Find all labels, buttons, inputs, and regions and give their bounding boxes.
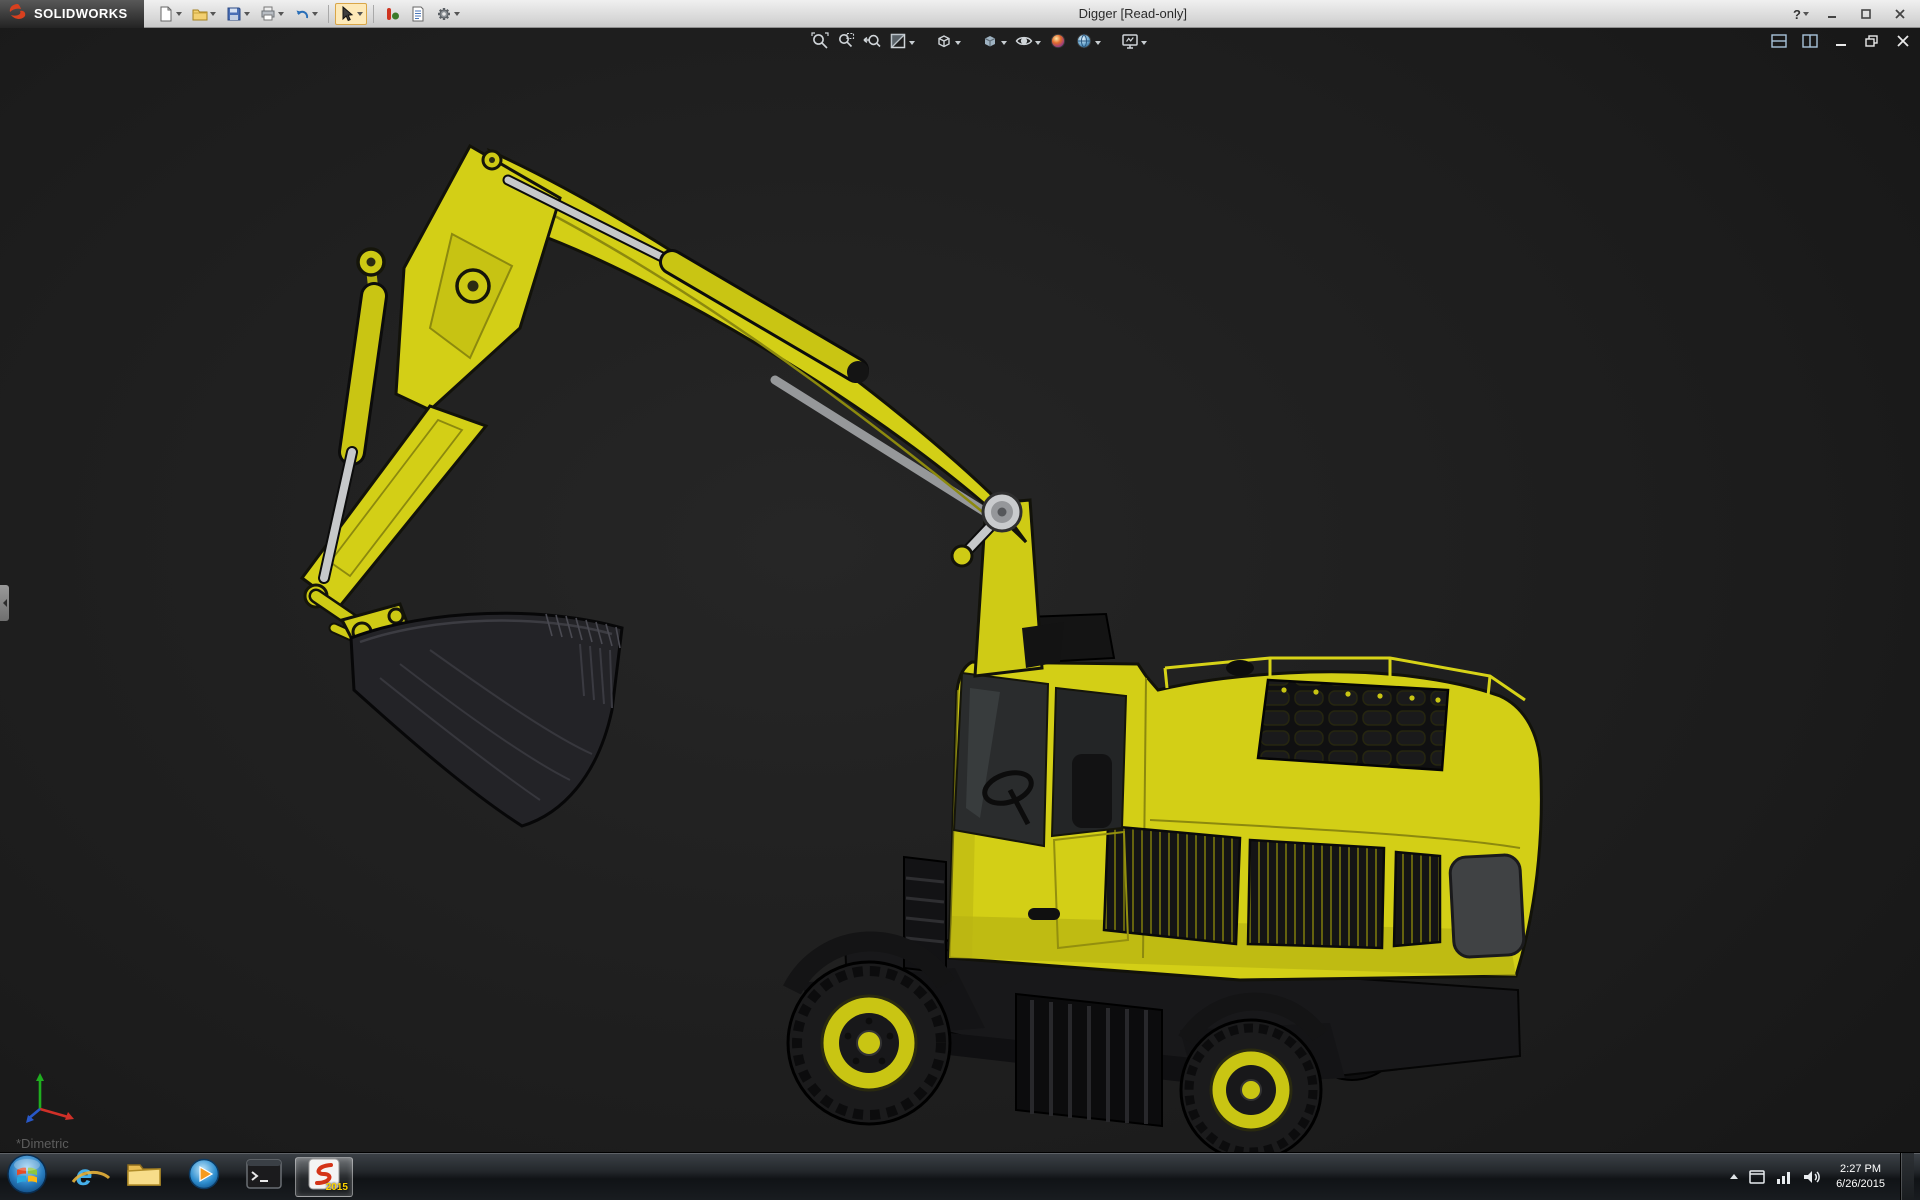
save-icon [226,6,242,22]
help-button[interactable]: ? [1788,3,1814,25]
titlebar-right: ? [1788,0,1916,28]
undo-button[interactable] [290,3,322,25]
boom-base-mount [1022,622,1064,668]
rebuild-icon [384,6,400,22]
brand-text: SOLIDWORKS [34,6,128,21]
engine-grille [1394,852,1440,946]
clock-time: 2:27 PM [1836,1162,1885,1176]
taskbar-app-internet-explorer[interactable]: e [55,1157,113,1197]
show-hidden-icons-button[interactable] [1730,1174,1738,1179]
dropdown-caret-icon [454,12,460,16]
taskbar-app-command-prompt[interactable] [235,1157,293,1197]
undo-icon [294,6,310,22]
dropdown-caret-icon [1803,12,1809,16]
save-button[interactable] [222,3,254,25]
toolbar-separator [373,5,374,23]
boom[interactable] [302,146,1026,606]
clock-date: 6/26/2015 [1836,1177,1885,1191]
tray-window-icon[interactable] [1749,1170,1765,1184]
file-properties-button[interactable] [406,3,430,25]
engine-grille [1248,840,1384,948]
show-desktop-button[interactable] [1900,1153,1914,1200]
solidworks-window: SOLIDWORKS [0,0,1920,1200]
door-handle [1028,908,1060,920]
help-icon: ? [1793,7,1801,22]
taskbar-app-file-explorer[interactable] [115,1157,173,1197]
exhaust [1226,660,1254,676]
rear-panel-window [1449,854,1524,958]
taskbar-clock[interactable]: 2:27 PM 6/26/2015 [1832,1162,1889,1191]
open-button[interactable] [188,3,220,25]
start-button[interactable] [0,1153,54,1200]
rebuild-button[interactable] [380,3,404,25]
lift-cylinder-rod [775,380,998,520]
minimize-button[interactable] [1816,3,1848,25]
dropdown-caret-icon [357,12,363,16]
solidworks-year-badge: 2015 [326,1182,348,1193]
command-prompt-icon [246,1159,282,1194]
taskbar-app-solidworks[interactable]: 2015 [295,1157,353,1197]
dropdown-caret-icon [244,12,250,16]
file-properties-icon [410,6,426,22]
select-cursor-icon [339,6,355,22]
dropdown-caret-icon [210,12,216,16]
options-button[interactable] [432,3,464,25]
dropdown-caret-icon [176,12,182,16]
open-folder-icon [192,6,208,22]
dropdown-caret-icon [278,12,284,16]
dropdown-caret-icon [312,12,318,16]
print-icon [260,6,276,22]
standard-toolbar [144,3,464,25]
rear-wheel[interactable] [1181,1020,1321,1152]
select-button[interactable] [335,3,367,25]
new-document-icon [158,6,174,22]
new-document-button[interactable] [154,3,186,25]
graphics-area[interactable]: *Dimetric [0,28,1920,1152]
arm-cylinder[interactable] [508,180,869,383]
print-button[interactable] [256,3,288,25]
tray-volume-icon[interactable] [1803,1170,1821,1184]
seat [1072,754,1112,828]
digger-model[interactable] [0,28,1920,1152]
maximize-button[interactable] [1850,3,1882,25]
tray-network-icon[interactable] [1776,1170,1792,1184]
internet-explorer-icon: e [76,1162,93,1192]
window-title: Digger [Read-only] [1079,6,1187,21]
options-gear-icon [436,6,452,22]
file-explorer-icon [126,1159,162,1194]
taskbar: e [0,1152,1920,1200]
solidworks-brand: SOLIDWORKS [0,0,144,28]
threeds-logo-icon [8,3,28,24]
bucket[interactable] [351,613,622,826]
taskbar-app-media-player[interactable] [175,1157,233,1197]
media-player-icon [187,1157,221,1196]
toolbar-separator [328,5,329,23]
close-button[interactable] [1884,3,1916,25]
titlebar: SOLIDWORKS [0,0,1920,28]
view-orientation-label: *Dimetric [16,1136,69,1151]
reference-triad [26,1069,78,1130]
system-tray: 2:27 PM 6/26/2015 [1730,1153,1920,1200]
windows-start-orb-icon [5,1152,49,1200]
front-wheel[interactable] [788,962,950,1124]
